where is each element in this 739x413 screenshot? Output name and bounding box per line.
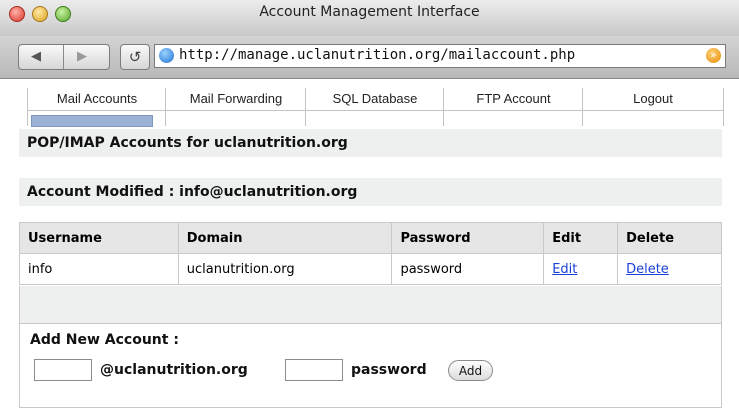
edit-cell: Edit: [543, 253, 619, 285]
tab-ftp-account[interactable]: FTP Account: [443, 88, 583, 126]
column-header: Domain: [177, 222, 393, 254]
main-tabs: Mail Accounts Mail Forwarding SQL Databa…: [27, 88, 724, 127]
page-title: POP/IMAP Accounts for uclanutrition.org: [27, 135, 348, 151]
tab-divider: [583, 110, 723, 111]
page-heading-bar: POP/IMAP Accounts for uclanutrition.org: [19, 129, 722, 157]
address-bar[interactable]: http://manage.uclanutrition.org/mailacco…: [154, 44, 726, 68]
new-username-input[interactable]: [34, 359, 92, 381]
tab-logout[interactable]: Logout: [582, 88, 724, 126]
table-header-row: Username Domain Password Edit Delete: [19, 222, 722, 254]
domain-suffix-label: @uclanutrition.org: [100, 362, 248, 378]
url-text[interactable]: http://manage.uclanutrition.org/mailacco…: [179, 47, 575, 63]
tab-mail-forwarding[interactable]: Mail Forwarding: [165, 88, 306, 126]
column-header: Username: [19, 222, 179, 254]
nav-buttons: ◀ ▶: [18, 44, 110, 70]
tab-label: SQL Database: [332, 91, 418, 106]
tab-label: Logout: [633, 91, 673, 106]
status-bar: Account Modified : info@uclanutrition.or…: [19, 178, 722, 206]
delete-cell: Delete: [617, 253, 722, 285]
forward-icon[interactable]: ▶: [77, 49, 87, 64]
title-bar: Account Management Interface: [0, 0, 739, 37]
rss-icon[interactable]: »: [706, 48, 721, 63]
tab-divider: [444, 110, 583, 111]
password-label: password: [351, 362, 427, 378]
reload-button[interactable]: ↺: [120, 44, 150, 70]
accounts-table: Username Domain Password Edit Delete inf…: [19, 222, 722, 285]
domain-cell: uclanutrition.org: [177, 253, 393, 285]
password-cell: password: [391, 253, 545, 285]
tab-divider: [306, 110, 444, 111]
table-footer-spacer: [19, 286, 722, 324]
column-header: Password: [391, 222, 545, 254]
tab-label: Mail Forwarding: [189, 91, 283, 106]
tab-label: FTP Account: [476, 91, 551, 106]
tab-sql-database[interactable]: SQL Database: [305, 88, 444, 126]
tab-divider: [166, 110, 306, 111]
nav-separator: [63, 45, 64, 69]
table-row: info uclanutrition.org password Edit Del…: [19, 253, 722, 285]
add-button[interactable]: Add: [448, 360, 493, 381]
username-cell: info: [19, 253, 179, 285]
browser-window: Account Management Interface ◀ ▶ ↺ http:…: [0, 0, 739, 413]
column-header: Edit: [543, 222, 619, 254]
column-header: Delete: [617, 222, 722, 254]
edit-link[interactable]: Edit: [552, 262, 577, 277]
back-icon[interactable]: ◀: [31, 49, 41, 64]
active-tab-indicator: [31, 115, 153, 127]
add-account-title: Add New Account :: [30, 332, 179, 348]
tab-label: Mail Accounts: [56, 91, 138, 106]
tab-divider: [28, 110, 166, 111]
tab-mail-accounts[interactable]: Mail Accounts: [27, 88, 166, 127]
add-account-panel: Add New Account : @uclanutrition.org pas…: [19, 323, 722, 408]
browser-toolbar: ◀ ▶ ↺ http://manage.uclanutrition.org/ma…: [0, 36, 739, 79]
globe-icon: [159, 48, 174, 63]
status-message: Account Modified : info@uclanutrition.or…: [27, 184, 358, 200]
window-title: Account Management Interface: [259, 4, 480, 20]
new-password-input[interactable]: [285, 359, 343, 381]
delete-link[interactable]: Delete: [626, 262, 669, 277]
